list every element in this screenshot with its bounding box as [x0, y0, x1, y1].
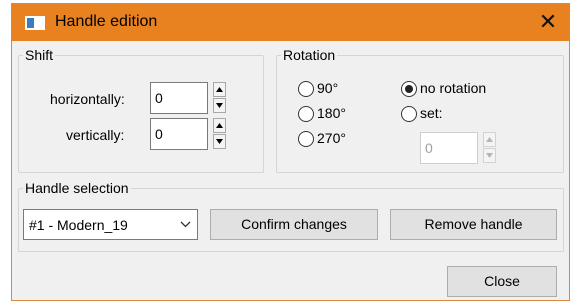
window-title: Handle edition [55, 13, 158, 30]
radio-no-rotation[interactable] [401, 81, 417, 97]
handle-select-value: #1 - Modern_19 [29, 217, 128, 233]
vertically-down-icon[interactable] [213, 134, 226, 149]
horizontally-up-icon[interactable] [213, 82, 226, 97]
confirm-changes-button[interactable]: Confirm changes [210, 209, 378, 240]
radio-set[interactable] [401, 106, 417, 122]
horizontally-input[interactable]: 0 [150, 82, 208, 114]
handle-select-dropdown[interactable]: #1 - Modern_19 [23, 209, 198, 240]
horizontally-stepper[interactable] [213, 82, 226, 114]
set-angle-up-icon[interactable] [483, 132, 496, 147]
radio-270[interactable] [298, 131, 314, 147]
remove-handle-button[interactable]: Remove handle [390, 209, 557, 240]
chevron-down-icon [180, 221, 191, 228]
radio-180-label: 180° [317, 105, 346, 121]
vertically-up-icon[interactable] [213, 118, 226, 133]
set-angle-input[interactable]: 0 [420, 132, 478, 164]
app-icon [25, 16, 45, 30]
horizontally-label: horizontally: [50, 91, 125, 107]
set-angle-value: 0 [425, 140, 433, 156]
close-icon[interactable]: ✕ [533, 7, 563, 37]
radio-90[interactable] [298, 81, 314, 97]
shift-legend: Shift [25, 47, 54, 63]
close-button[interactable]: Close [447, 266, 557, 297]
radio-set-label: set: [420, 105, 443, 121]
radio-270-label: 270° [317, 130, 346, 146]
handle-edition-dialog: Handle edition ✕ Shift horizontally: 0 v… [11, 3, 570, 301]
horizontally-value: 0 [155, 90, 163, 106]
set-angle-down-icon[interactable] [483, 148, 496, 163]
shift-group: Shift [18, 47, 264, 173]
vertically-label: vertically: [66, 127, 125, 143]
radio-no-rotation-label: no rotation [420, 80, 487, 96]
set-angle-stepper[interactable] [483, 132, 496, 164]
rotation-legend: Rotation [283, 47, 336, 63]
vertically-value: 0 [155, 126, 163, 142]
title-bar: Handle edition ✕ [12, 4, 569, 41]
handle-selection-legend: Handle selection [25, 180, 129, 196]
vertically-stepper[interactable] [213, 118, 226, 150]
horizontally-down-icon[interactable] [213, 98, 226, 113]
vertically-input[interactable]: 0 [150, 118, 208, 150]
radio-180[interactable] [298, 106, 314, 122]
radio-90-label: 90° [317, 80, 339, 96]
